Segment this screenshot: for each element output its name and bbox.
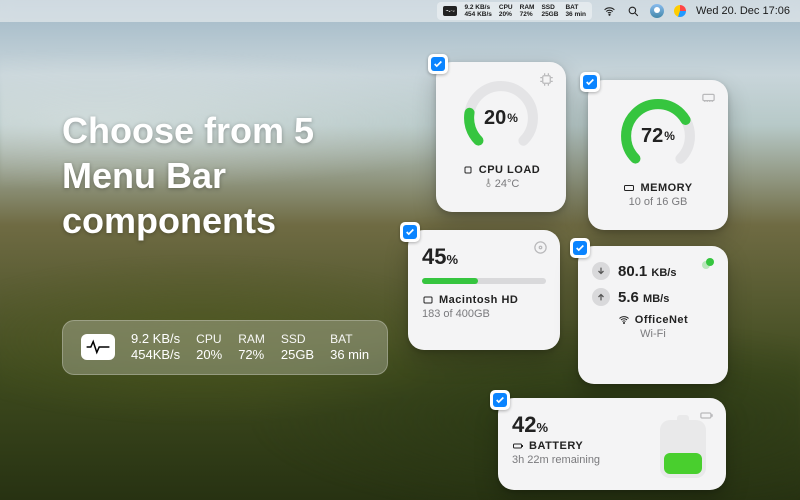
menubar-ram: RAM 72% [520, 4, 535, 18]
pulse-icon [443, 6, 457, 16]
pill-bat: BAT 36 min [330, 332, 369, 363]
disk-icon [533, 240, 548, 260]
widget-battery[interactable]: 42% BATTERY 3h 22m remaining [498, 398, 726, 490]
arrow-up-icon [592, 288, 610, 306]
checkbox-icon[interactable] [428, 54, 448, 74]
headline: Choose from 5 Menu Bar components [62, 108, 382, 243]
arrow-down-icon [592, 262, 610, 280]
net-up: 5.6 MB/s [592, 288, 714, 306]
menubar-clock[interactable]: Wed 20. Dec 17:06 [696, 5, 790, 17]
cpu-gauge: 20% [459, 76, 543, 160]
pill-cpu: CPU 20% [196, 332, 222, 363]
checkbox-icon[interactable] [490, 390, 510, 410]
stats-pill: 9.2 KB/s 454KB/s CPU 20% RAM 72% SSD 25G… [62, 320, 388, 375]
menu-bar: 9.2 KB/s 454 KB/s CPU 20% RAM 72% SSD 25… [0, 0, 800, 22]
net-down: 80.1 KB/s [592, 262, 714, 280]
memory-gauge: 72% [616, 94, 700, 178]
menubar-ssd: SSD 25GB [541, 4, 558, 18]
memory-icon [701, 90, 716, 110]
widget-memory[interactable]: 72% MEMORY 10 of 16 GB [588, 80, 728, 230]
disk-detail: 183 of 400GB [422, 308, 546, 320]
user-avatar-icon[interactable] [650, 4, 664, 18]
menubar-net: 9.2 KB/s 454 KB/s [464, 4, 491, 18]
search-icon[interactable] [626, 4, 640, 18]
widget-disk[interactable]: 45% Macintosh HD 183 of 400GB [408, 230, 560, 350]
menubar-cpu: CPU 20% [499, 4, 513, 18]
widget-cpu[interactable]: 20% CPU LOAD 24°C [436, 62, 566, 212]
disk-bar [422, 278, 546, 284]
net-sub: Wi-Fi [592, 328, 714, 340]
checkbox-icon[interactable] [580, 72, 600, 92]
widget-network[interactable]: 80.1 KB/s 5.6 MB/s OfficeNet Wi-Fi [578, 246, 728, 384]
status-dot-icon [706, 258, 714, 266]
battery-icon [660, 420, 706, 478]
pulse-icon [81, 334, 115, 360]
siri-icon[interactable] [674, 5, 686, 17]
pill-net: 9.2 KB/s 454KB/s [131, 331, 180, 364]
menubar-bat: BAT 36 min [565, 4, 586, 18]
net-ssid: OfficeNet [592, 314, 714, 326]
memory-detail: 10 of 16 GB [602, 196, 714, 208]
checkbox-icon[interactable] [400, 222, 420, 242]
menubar-stats[interactable]: 9.2 KB/s 454 KB/s CPU 20% RAM 72% SSD 25… [437, 2, 592, 20]
disk-percent: 45% [422, 244, 546, 270]
pill-ssd: SSD 25GB [281, 332, 314, 363]
disk-title: Macintosh HD [422, 294, 546, 306]
cpu-temp: 24°C [450, 178, 552, 190]
wifi-icon[interactable] [602, 4, 616, 18]
checkbox-icon[interactable] [570, 238, 590, 258]
pill-ram: RAM 72% [238, 332, 265, 363]
